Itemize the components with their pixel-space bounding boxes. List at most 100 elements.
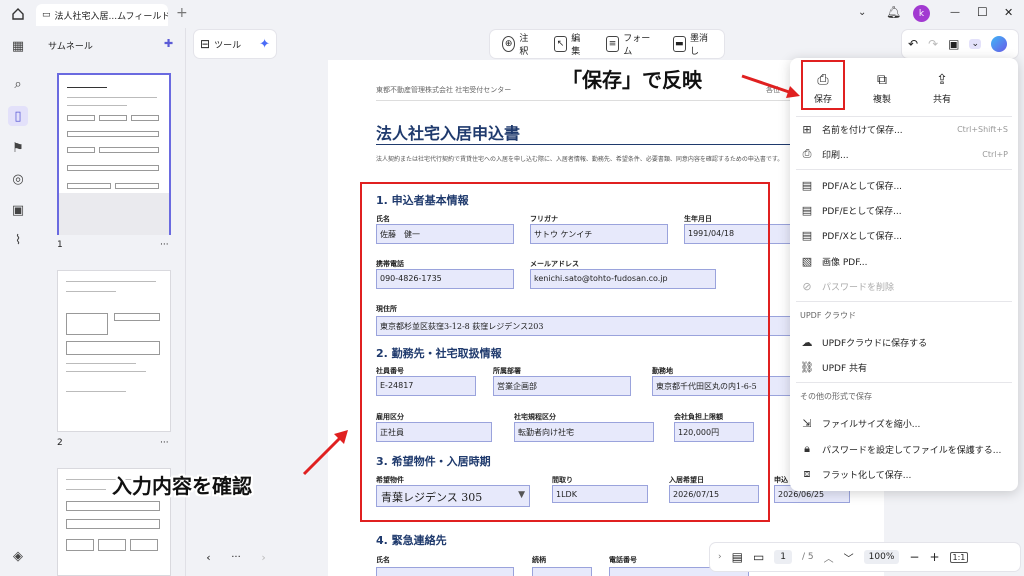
chevron-down-icon[interactable]: ⌄: [969, 39, 982, 49]
close-button[interactable]: ✕: [1004, 6, 1013, 19]
ai-sparkle-icon[interactable]: ✦: [259, 37, 270, 52]
menu-item-label: PDF/Xとして保存...: [822, 231, 903, 242]
reading-mode-icon[interactable]: ▤: [732, 550, 743, 564]
org-header: 東都不動産管理株式会社 社宅受付センター: [376, 86, 512, 94]
flatten-save-item[interactable]: ⧈ フラット化して保存...: [800, 467, 1008, 481]
updf-share-item[interactable]: ⛓ UPDF 共有: [800, 360, 1008, 374]
chevron-down-icon[interactable]: ⌄: [858, 7, 866, 18]
bookmark-icon[interactable]: ⚑: [8, 138, 28, 158]
field-label: 現住所: [376, 305, 397, 313]
save-as-item[interactable]: ⊞ 名前を付けて保存... Ctrl+Shift+S: [800, 122, 1008, 136]
form-fields-icon[interactable]: ▣: [8, 200, 28, 220]
redact-label: 墨消し: [689, 34, 708, 57]
pdfe-icon: ▤: [801, 203, 813, 217]
lock-icon: 🔒︎: [804, 442, 810, 455]
edit-button[interactable]: ↖ 編集: [546, 31, 594, 57]
org-header-right: 各位: [766, 86, 780, 94]
kana-field[interactable]: サトウ ケンイチ: [530, 224, 668, 244]
menu-item-label: パスワードを設定してファイルを保護する...: [822, 445, 1002, 456]
property-dropdown[interactable]: 青葉レジデンス 305 ▼: [376, 485, 530, 507]
maximize-button[interactable]: ☐: [977, 5, 988, 19]
new-tab-button[interactable]: +: [176, 5, 188, 21]
prev-icon[interactable]: ‹: [206, 551, 210, 564]
save-pdfx-item[interactable]: ▤ PDF/Xとして保存...: [800, 228, 1008, 242]
home-icon[interactable]: [10, 6, 26, 22]
employment-type-field[interactable]: 正社員: [376, 422, 492, 442]
address-field[interactable]: 東京都杉並区荻窪3-12-8 荻窪レジデンス203: [376, 316, 856, 336]
company-limit-field[interactable]: 120,000円: [674, 422, 754, 442]
lock-off-icon: ⊘: [802, 279, 812, 293]
page-thumbnail-2[interactable]: [57, 270, 171, 432]
email-field[interactable]: kenichi.sato@tohto-fudosan.co.jp: [530, 269, 716, 289]
emergency-name-field[interactable]: [376, 567, 514, 576]
housing-rule-field[interactable]: 転勤者向け社宅: [514, 422, 654, 442]
more-icon[interactable]: ···: [231, 552, 241, 563]
edit-label: 編集: [571, 34, 581, 57]
form-button[interactable]: ≡ フォーム: [598, 31, 661, 57]
next-page-icon[interactable]: ﹀: [844, 550, 854, 565]
prev-page-icon[interactable]: ︿: [824, 550, 834, 565]
section-2-title: 2. 勤務先・社宅取扱情報: [376, 347, 502, 360]
bell-icon[interactable]: 🔔︎: [886, 5, 901, 19]
redact-button[interactable]: ▬ 墨消し: [665, 31, 720, 57]
presentation-icon[interactable]: ▭: [753, 550, 764, 564]
avatar[interactable]: k: [913, 5, 930, 22]
save-pdfa-item[interactable]: ▤ PDF/Aとして保存...: [800, 178, 1008, 192]
menu-item-label: UPDFクラウドに保存する: [822, 338, 928, 349]
updf-ai-icon[interactable]: [991, 36, 1008, 52]
page-input[interactable]: 1: [774, 550, 793, 564]
grid-icon[interactable]: ▦: [8, 36, 28, 56]
document-tab[interactable]: ▭ 法人社宅入居...ムフィールド ✕: [36, 4, 168, 26]
thumbnail-more-button[interactable]: ···: [160, 438, 169, 448]
page-thumbnail-1[interactable]: [57, 73, 171, 235]
compress-icon: ⇲: [802, 416, 812, 430]
redact-icon: ▬: [672, 36, 686, 52]
reduce-size-item[interactable]: ⇲ ファイルサイズを縮小...: [800, 416, 1008, 430]
thumbnail-more-button[interactable]: ···: [160, 240, 169, 250]
layout-field[interactable]: 1LDK: [552, 485, 648, 503]
work-location-field[interactable]: 東京都千代田区丸の内1-6-5: [652, 376, 792, 396]
attachment-icon[interactable]: ⌇: [8, 230, 28, 250]
move-date-field[interactable]: 2026/07/15: [669, 485, 759, 503]
name-field[interactable]: 佐藤 健一: [376, 224, 514, 244]
save-pdfe-item[interactable]: ▤ PDF/Eとして保存...: [800, 203, 1008, 217]
pin-icon[interactable]: ✚: [164, 37, 173, 50]
zoom-out-icon[interactable]: −: [909, 550, 919, 564]
chat-icon: ▭: [42, 10, 51, 20]
zoom-in-icon[interactable]: +: [929, 550, 939, 564]
tools-label[interactable]: ツール: [214, 38, 241, 51]
edit-icon: ↖: [553, 36, 568, 52]
document-title: 法人社宅入居申込書: [376, 124, 521, 143]
menu-save-button[interactable]: ⎙ 保存: [798, 66, 848, 110]
toolbox-icon[interactable]: ⊟: [200, 37, 210, 51]
collapse-icon[interactable]: ›: [718, 552, 722, 562]
field-label: 携帯電話: [376, 260, 404, 268]
save-icon[interactable]: ▣: [948, 37, 959, 51]
layers-icon[interactable]: ◈: [8, 546, 28, 566]
thumbnail-icon[interactable]: ▯: [8, 106, 28, 126]
image-pdf-item[interactable]: ▧ 画像 PDF...: [800, 254, 1008, 268]
save-to-cloud-item[interactable]: ☁ UPDFクラウドに保存する: [800, 335, 1008, 349]
print-item[interactable]: ⎙ 印刷... Ctrl+P: [800, 147, 1008, 161]
protect-password-item[interactable]: 🔒︎ パスワードを設定してファイルを保護する...: [800, 442, 1008, 456]
section-1-title: 1. 申込者基本情報: [376, 194, 469, 207]
comment-icon[interactable]: ◎: [8, 169, 28, 189]
actual-size-button[interactable]: 1:1: [949, 551, 969, 563]
annotate-button[interactable]: ⊕ 注釈: [494, 31, 542, 57]
search-icon[interactable]: ⌕: [8, 74, 28, 94]
next-icon[interactable]: ›: [261, 551, 265, 564]
menu-share-button[interactable]: ⇪ 共有: [917, 66, 967, 110]
employee-number-field[interactable]: E-24817: [376, 376, 476, 396]
minimize-button[interactable]: —: [950, 7, 960, 18]
zoom-level[interactable]: 100%: [863, 550, 900, 564]
field-label: 電話番号: [609, 556, 637, 564]
thumbnail-page-number: 1: [57, 240, 63, 250]
undo-icon[interactable]: ↶: [908, 37, 918, 51]
department-field[interactable]: 営業企画部: [493, 376, 631, 396]
menu-duplicate-button[interactable]: ⧉ 複製: [857, 66, 907, 110]
emergency-relation-field[interactable]: [532, 567, 592, 576]
mobile-field[interactable]: 090-4826-1735: [376, 269, 514, 289]
field-label: 希望物件: [376, 476, 404, 484]
redo-icon[interactable]: ↷: [928, 37, 938, 51]
left-rail: ▦ ⌕ ▯ ⚑ ◎ ▣ ⌇ ◈: [0, 28, 36, 576]
